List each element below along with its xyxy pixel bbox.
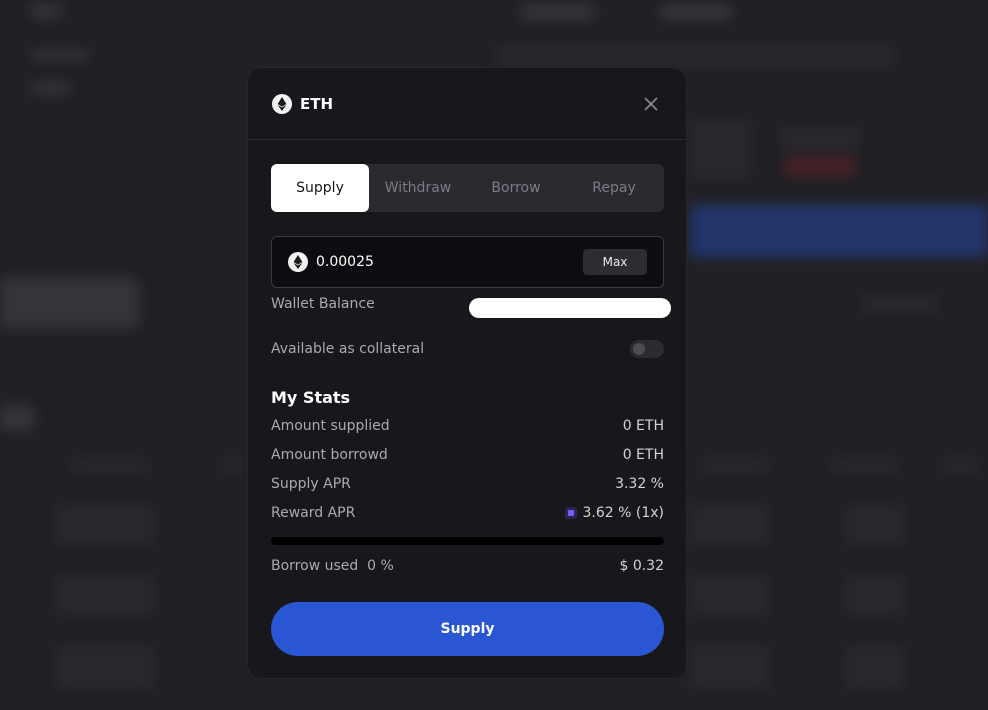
ethereum-icon (272, 93, 292, 114)
action-tabs: Supply Withdraw Borrow Repay (271, 164, 664, 212)
stat-value: 0 ETH (622, 447, 664, 463)
toggle-knob (633, 343, 645, 355)
borrow-used-progress (271, 537, 664, 545)
amount-input[interactable]: 0.00025 Max (271, 236, 664, 288)
stat-row-reward-apr: Reward APR 3.62 % (1x) (271, 505, 664, 521)
borrow-used: Borrow used 0 % (271, 558, 394, 574)
wallet-balance-bar (469, 298, 671, 318)
modal-header: ETH (248, 68, 686, 140)
max-button[interactable]: Max (583, 249, 647, 275)
tab-borrow[interactable]: Borrow (467, 164, 565, 212)
collateral-toggle[interactable] (630, 340, 664, 358)
borrow-amount: $ 0.32 (619, 558, 664, 574)
amount-value[interactable]: 0.00025 (316, 254, 374, 270)
stat-row-supplied: Amount supplied 0 ETH (271, 418, 664, 434)
stat-label: Supply APR (271, 476, 351, 492)
stat-label: Reward APR (271, 505, 356, 521)
close-icon[interactable] (640, 93, 662, 115)
borrow-used-row: Borrow used 0 % $ 0.32 (271, 558, 664, 574)
borrow-used-value: 0 % (367, 558, 394, 574)
tab-withdraw[interactable]: Withdraw (369, 164, 467, 212)
stat-label: Amount borrowd (271, 447, 388, 463)
collateral-row: Available as collateral (271, 340, 664, 358)
stat-row-supply-apr: Supply APR 3.32 % (271, 476, 664, 492)
reward-token-icon (564, 507, 577, 519)
modal-title: ETH (300, 94, 334, 113)
tab-repay[interactable]: Repay (565, 164, 663, 212)
reward-apr-value: 3.62 % (1x) (582, 505, 665, 521)
stats-title: My Stats (271, 388, 351, 407)
borrow-used-label: Borrow used (271, 558, 359, 574)
supply-modal: ETH Supply Withdraw Borrow Repay 0.00025… (247, 67, 687, 679)
stat-row-borrowed: Amount borrowd 0 ETH (271, 447, 664, 463)
collateral-label: Available as collateral (271, 341, 425, 357)
wallet-balance-label: Wallet Balance (271, 296, 375, 312)
tab-supply[interactable]: Supply (271, 164, 369, 212)
stat-value: 0 ETH (622, 418, 664, 434)
stat-label: Amount supplied (271, 418, 390, 434)
supply-button[interactable]: Supply (271, 602, 664, 656)
stat-value: 3.62 % (1x) (564, 505, 665, 521)
stat-value: 3.32 % (615, 476, 664, 492)
ethereum-icon (288, 252, 308, 272)
